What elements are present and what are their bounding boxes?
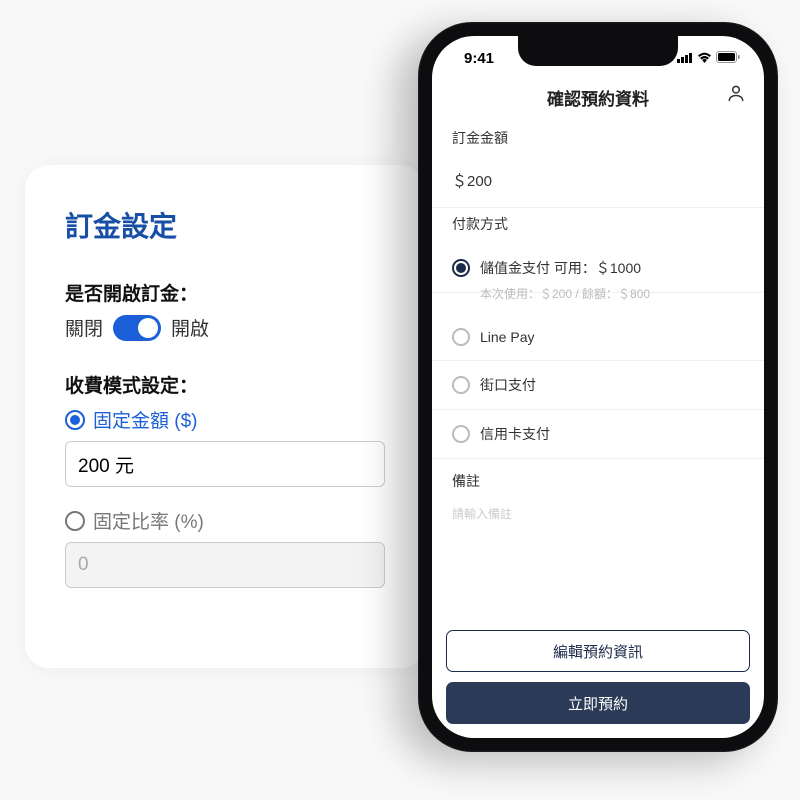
status-icons <box>677 51 740 66</box>
screen-title: 確認預約資料 <box>547 85 649 110</box>
remark-input[interactable]: 請輸入備註 <box>432 501 764 534</box>
pay-option-label: 信用卡支付 <box>480 424 550 444</box>
enable-deposit-label: 是否開啟訂金： <box>65 279 385 306</box>
radio-icon <box>65 410 85 430</box>
pay-option-label: Line Pay <box>480 329 534 345</box>
deposit-amount-label: 訂金金額 <box>452 128 744 148</box>
fixed-amount-input[interactable] <box>65 441 385 487</box>
fixed-percent-option[interactable]: 固定比率 (%) <box>65 507 385 534</box>
battery-icon <box>716 51 740 66</box>
radio-icon <box>452 328 470 346</box>
fixed-percent-label: 固定比率 (%) <box>93 507 204 534</box>
edit-booking-button[interactable]: 編輯預約資訊 <box>446 630 750 672</box>
pay-option-linepay[interactable]: Line Pay <box>432 314 764 361</box>
payment-section: 付款方式 <box>432 208 764 244</box>
signal-icon <box>677 52 693 66</box>
footer-buttons: 編輯預約資訊 立即預約 <box>446 630 750 724</box>
phone-screen: 9:41 確認預約資料 訂金金額 ＄200 <box>432 36 764 738</box>
pay-option-sub: 本次使用：＄200 / 餘額：＄800 <box>432 285 764 314</box>
remark-label: 備註 <box>452 471 744 491</box>
book-now-button[interactable]: 立即預約 <box>446 682 750 724</box>
radio-icon <box>452 425 470 443</box>
deposit-section: 訂金金額 <box>432 122 764 158</box>
toggle-on-label: 開啟 <box>171 314 209 341</box>
deposit-toggle-row: 關閉 開啟 <box>65 314 385 341</box>
pay-option-jkopay[interactable]: 街口支付 <box>432 361 764 410</box>
status-time: 9:41 <box>464 50 494 67</box>
payment-method-label: 付款方式 <box>452 214 744 234</box>
deposit-amount-value: ＄200 <box>432 158 764 207</box>
fixed-amount-option[interactable]: 固定金額 ($) <box>65 406 385 433</box>
pay-option-label: 街口支付 <box>480 375 536 395</box>
phone-notch <box>518 36 678 66</box>
profile-icon[interactable] <box>726 83 746 103</box>
toggle-off-label: 關閉 <box>65 314 103 341</box>
radio-icon <box>452 259 470 277</box>
card-title: 訂金設定 <box>65 205 385 245</box>
phone-device: 9:41 確認預約資料 訂金金額 ＄200 <box>418 22 778 752</box>
fixed-percent-input <box>65 542 385 588</box>
wifi-icon <box>697 52 712 66</box>
screen-header: 確認預約資料 <box>432 67 764 122</box>
deposit-toggle[interactable] <box>113 315 161 341</box>
pay-option-label: 儲值金支付 可用：＄1000 <box>480 258 641 278</box>
pay-option-credit-card[interactable]: 信用卡支付 <box>432 410 764 459</box>
radio-icon <box>65 511 85 531</box>
fixed-amount-label: 固定金額 ($) <box>93 406 198 433</box>
deposit-settings-card: 訂金設定 是否開啟訂金： 關閉 開啟 收費模式設定： 固定金額 ($) 固定比率… <box>25 165 425 668</box>
radio-icon <box>452 376 470 394</box>
charge-mode-label: 收費模式設定： <box>65 371 385 398</box>
